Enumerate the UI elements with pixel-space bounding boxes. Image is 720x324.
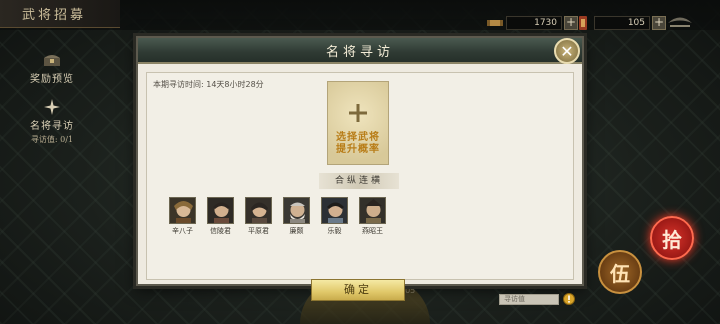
page-title-bar: 武将招募: [0, 0, 120, 28]
general-portrait: [359, 197, 386, 224]
left-menu: 奖励预览 名将寻访 寻访值: 0/1: [22, 50, 82, 157]
general-card[interactable]: 平原君: [245, 197, 272, 236]
general-name: 信陵君: [210, 227, 231, 235]
chest-icon: [22, 50, 82, 70]
resource-token-value: 105: [594, 16, 650, 30]
recruit-ten-button[interactable]: 拾: [650, 216, 694, 260]
info-icon[interactable]: [563, 290, 575, 309]
confirm-button[interactable]: 确定: [311, 279, 405, 301]
famous-general-visit-dialog: 名将寻访 ✕ 本期寻访时间: 14天8小时28分 选择武将 提升概率 合纵连横 …: [136, 36, 584, 305]
general-portrait: [245, 197, 272, 224]
close-button[interactable]: ✕: [554, 38, 580, 64]
resource-token: 105 +: [572, 14, 666, 32]
token-icon: [572, 15, 594, 31]
close-icon: ✕: [560, 41, 574, 61]
visit-value-indicator: 寻访值: [499, 292, 575, 305]
general-card[interactable]: 廉颇: [283, 197, 310, 236]
famous-general-visit-label: 名将寻访: [30, 121, 74, 132]
general-card[interactable]: 辛八子: [169, 197, 196, 236]
general-portrait: [283, 197, 310, 224]
general-list: 辛八子 信陵君 平原君 廉颇 乐毅 燕昭王: [169, 197, 386, 236]
general-card[interactable]: 乐毅: [321, 197, 348, 236]
select-hint-line1: 选择武将: [336, 132, 380, 143]
dialog-body: 本期寻访时间: 14天8小时28分 选择武将 提升概率 合纵连横 辛八子 信陵君…: [146, 72, 575, 305]
resource-scroll: 1730 +: [484, 14, 578, 32]
page-title: 武将招募: [22, 8, 87, 23]
general-card[interactable]: 燕昭王: [359, 197, 386, 236]
general-name: 廉颇: [289, 227, 304, 235]
recruit-five-button[interactable]: 伍: [598, 250, 642, 294]
general-name: 平原君: [248, 227, 269, 235]
select-general-slot[interactable]: 选择武将 提升概率: [327, 81, 389, 165]
rewards-preview-button[interactable]: 奖励预览: [22, 50, 82, 85]
plus-icon: [349, 104, 367, 126]
select-general-hint: 选择武将 提升概率: [336, 132, 380, 156]
dialog-title: 名将寻访: [325, 44, 394, 60]
alliance-group-label: 合纵连横: [319, 173, 399, 189]
visit-period-text: 本期寻访时间: 14天8小时28分: [153, 80, 264, 89]
general-portrait: [169, 197, 196, 224]
general-name: 燕昭王: [362, 227, 383, 235]
general-name: 乐毅: [327, 227, 342, 235]
resource-scroll-value: 1730: [506, 16, 562, 30]
select-hint-line2: 提升概率: [336, 144, 380, 155]
scroll-icon: [484, 15, 506, 31]
visit-value-counter: 寻访值: 0/1: [30, 135, 74, 144]
general-name: 辛八子: [172, 227, 193, 235]
general-portrait: [207, 197, 234, 224]
rewards-preview-label: 奖励预览: [30, 74, 74, 85]
back-arrow-icon[interactable]: [664, 14, 696, 32]
dialog-header: 名将寻访: [138, 38, 582, 64]
visit-value-bar: 寻访值: [499, 293, 559, 305]
general-portrait: [321, 197, 348, 224]
sparkle-icon: [22, 97, 82, 117]
famous-general-visit-button[interactable]: 名将寻访 寻访值: 0/1: [22, 97, 82, 145]
general-card[interactable]: 信陵君: [207, 197, 234, 236]
